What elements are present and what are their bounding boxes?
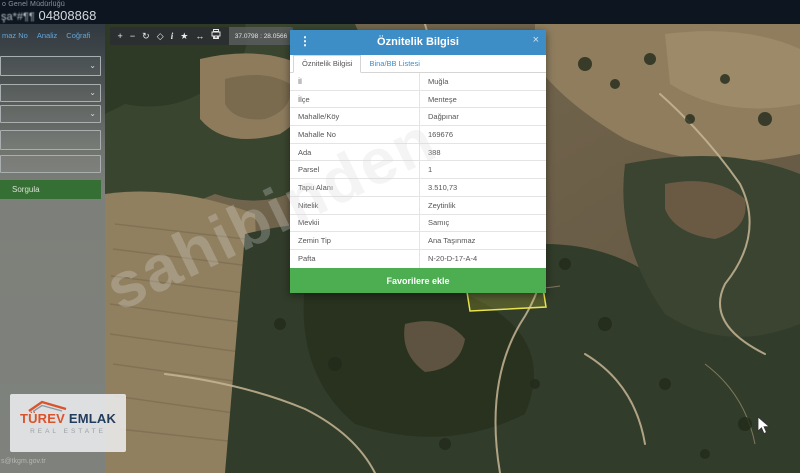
table-row: Tapu Alanı 3.510,73	[290, 179, 546, 197]
attribute-label: Mevkii	[290, 215, 420, 232]
phone-number: 04808868	[38, 8, 96, 23]
chevron-down-icon: ⌄	[89, 61, 96, 70]
agency-logo: TÜREV EMLAK REAL ESTATE	[10, 394, 126, 452]
phone-line: şa*#¶¶ 04808868	[1, 8, 96, 23]
attribute-value: 388	[420, 148, 546, 157]
attribute-label: Tapu Alanı	[290, 179, 420, 196]
map-toolbar: + − ↻ ◇ i ★ ↔	[110, 27, 229, 45]
attribute-label: Mahalle No	[290, 126, 420, 143]
attribute-value: Muğla	[420, 77, 546, 86]
favorites-icon[interactable]: ★	[180, 27, 188, 45]
dialog-title: Öznitelik Bilgisi	[290, 30, 546, 55]
refresh-icon[interactable]: ↻	[142, 27, 150, 45]
table-row: İl Muğla	[290, 73, 546, 91]
contact-email: s@tkgm.gov.tr	[1, 458, 46, 465]
table-row: Nitelik Zeytinlik	[290, 197, 546, 215]
zoom-in-icon[interactable]: +	[118, 27, 123, 45]
attribute-value: 3.510,73	[420, 183, 546, 192]
table-row: Zemin Tip Ana Taşınmaz	[290, 232, 546, 250]
sorgula-button[interactable]: Sorgula	[0, 180, 101, 199]
table-row: İlçe Menteşe	[290, 91, 546, 109]
add-to-favorites-button[interactable]: Favorilere ekle	[290, 268, 546, 293]
ada-input[interactable]	[0, 130, 101, 150]
info-icon[interactable]: i	[171, 27, 174, 45]
logo-wordmark: TÜREV EMLAK	[10, 411, 126, 426]
obscured-text: şa*#¶¶	[1, 11, 35, 23]
zoom-out-icon[interactable]: −	[130, 27, 135, 45]
tab-bina-bb-listesi[interactable]: Bina/BB Listesi	[361, 56, 427, 72]
table-row: Mahalle/Köy Dağpınar	[290, 108, 546, 126]
attribute-label: Zemin Tip	[290, 232, 420, 249]
table-row: Mevkii Samıç	[290, 215, 546, 233]
attribute-label: Nitelik	[290, 197, 420, 214]
attribute-label: Mahalle/Köy	[290, 108, 420, 125]
coordinate-display: 37.0798 : 28.0566	[229, 27, 293, 45]
chevron-down-icon: ⌄	[89, 109, 96, 118]
attribute-value: Samıç	[420, 218, 546, 227]
organization-title: o Genel Müdürlüğü	[2, 1, 65, 8]
table-row: Mahalle No 169676	[290, 126, 546, 144]
print-icon[interactable]	[211, 27, 221, 45]
parsel-input[interactable]	[0, 155, 101, 173]
attribute-label: Pafta	[290, 250, 420, 268]
pan-icon[interactable]: ◇	[157, 27, 164, 45]
menu-dots-icon[interactable]: ⋮	[299, 34, 311, 48]
table-row: Ada 388	[290, 144, 546, 162]
close-icon[interactable]: ×	[533, 34, 539, 46]
attribute-label: Ada	[290, 144, 420, 161]
table-row: Parsel 1	[290, 161, 546, 179]
coordinates-value: 37.0798 : 28.0566	[235, 33, 287, 40]
logo-subtitle: REAL ESTATE	[10, 428, 126, 435]
attribute-value: 169676	[420, 130, 546, 139]
neighborhood-select[interactable]: ⌄	[0, 105, 101, 123]
app-header: o Genel Müdürlüğü şa*#¶¶ 04808868	[0, 0, 800, 24]
logo-word-emlak: EMLAK	[69, 411, 116, 426]
attribute-label: Parsel	[290, 161, 420, 178]
logo-word-turev: TÜREV	[20, 411, 65, 426]
dialog-tabbar: Öznitelik Bilgisi Bina/BB Listesi	[290, 55, 546, 73]
attribute-value: Menteşe	[420, 95, 546, 104]
attribute-value: Ana Taşınmaz	[420, 236, 546, 245]
tab-analiz[interactable]: Analiz	[37, 31, 57, 40]
district-select[interactable]: ⌄	[0, 84, 101, 102]
chevron-down-icon: ⌄	[89, 88, 96, 97]
attribute-value: 1	[420, 165, 546, 174]
attribute-value: Dağpınar	[420, 112, 546, 121]
province-select[interactable]: ⌄	[0, 56, 101, 76]
attribute-dialog: ⋮ Öznitelik Bilgisi × Öznitelik Bilgisi …	[290, 30, 546, 293]
tab-cografi[interactable]: Coğrafi	[66, 31, 90, 40]
attribute-value: N-20-D-17-A-4	[420, 254, 546, 263]
sidebar-tabs: maz No Analiz Coğrafi	[2, 31, 103, 40]
tab-tasinmaz-no[interactable]: maz No	[2, 31, 28, 40]
app-window: o Genel Müdürlüğü şa*#¶¶ 04808868 maz No…	[0, 0, 800, 473]
attribute-label: İl	[290, 73, 420, 90]
tab-oznitelik-bilgisi[interactable]: Öznitelik Bilgisi	[293, 55, 361, 73]
attribute-table: İl Muğla İlçe Menteşe Mahalle/Köy Dağpın…	[290, 73, 546, 268]
measure-icon[interactable]: ↔	[195, 27, 204, 45]
dialog-header: ⋮ Öznitelik Bilgisi ×	[290, 30, 546, 55]
table-row: Pafta N-20-D-17-A-4	[290, 250, 546, 268]
attribute-label: İlçe	[290, 91, 420, 108]
attribute-value: Zeytinlik	[420, 201, 546, 210]
